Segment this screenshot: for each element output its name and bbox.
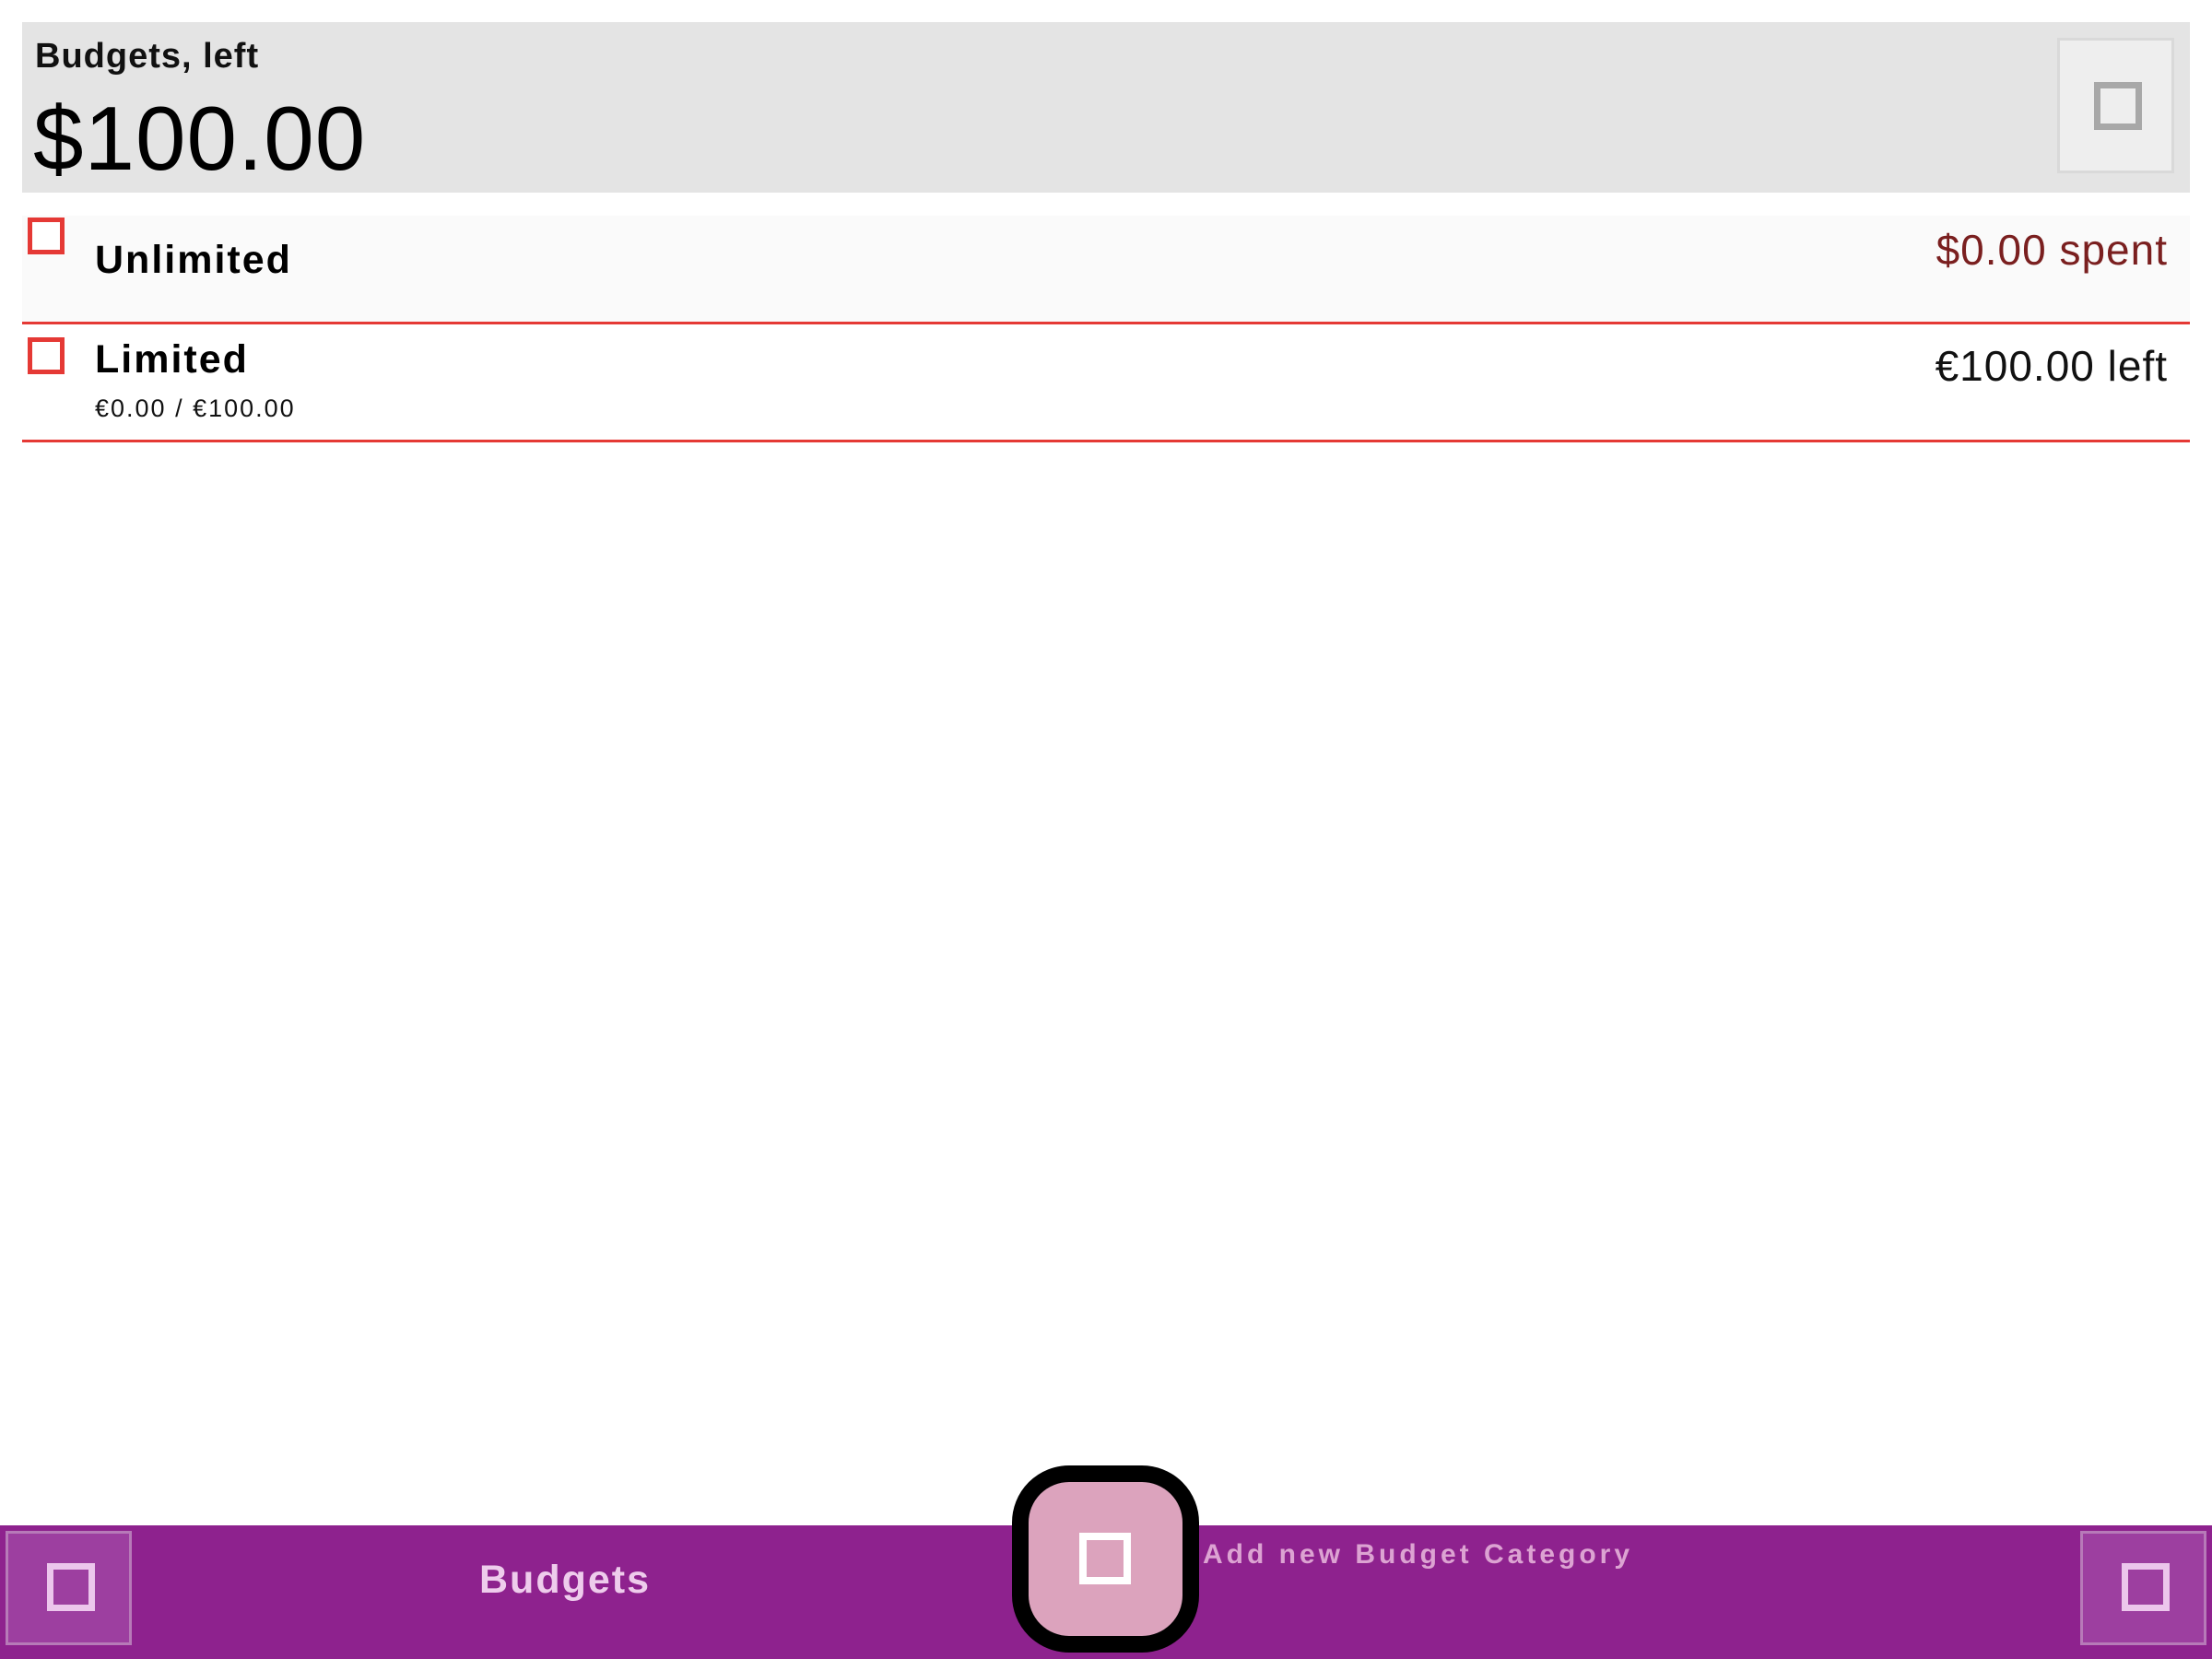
summary-label: Budgets, left xyxy=(35,37,260,76)
bar-title: Budgets xyxy=(479,1558,651,1602)
add-budget-category-label[interactable]: Add new Budget Category xyxy=(1203,1539,1633,1571)
category-square-icon xyxy=(28,337,65,374)
square-icon xyxy=(2094,82,2142,130)
add-square-icon xyxy=(1079,1533,1131,1584)
options-button[interactable] xyxy=(2080,1531,2206,1645)
menu-square-icon xyxy=(47,1563,95,1611)
options-square-icon xyxy=(2122,1563,2170,1611)
category-name: Unlimited xyxy=(95,238,292,282)
budget-summary-card: Budgets, left $100.00 xyxy=(22,22,2190,193)
summary-amount: $100.00 xyxy=(33,88,367,189)
category-square-icon xyxy=(28,218,65,254)
budgets-screen: Budgets, left $100.00 Unlimited $0.00 sp… xyxy=(0,0,2212,1659)
category-row-unlimited[interactable]: Unlimited $0.00 spent xyxy=(22,216,2190,324)
category-name: Limited xyxy=(95,337,249,382)
summary-action-button[interactable] xyxy=(2057,38,2174,173)
category-spent: $0.00 spent xyxy=(1936,226,2168,274)
add-budget-category-button[interactable] xyxy=(1012,1465,1199,1653)
menu-button[interactable] xyxy=(6,1531,132,1645)
category-progress-text: €0.00 / €100.00 xyxy=(95,394,296,422)
category-remaining: €100.00 left xyxy=(1935,342,2168,390)
category-row-limited[interactable]: Limited €0.00 / €100.00 €100.00 left xyxy=(22,324,2190,442)
